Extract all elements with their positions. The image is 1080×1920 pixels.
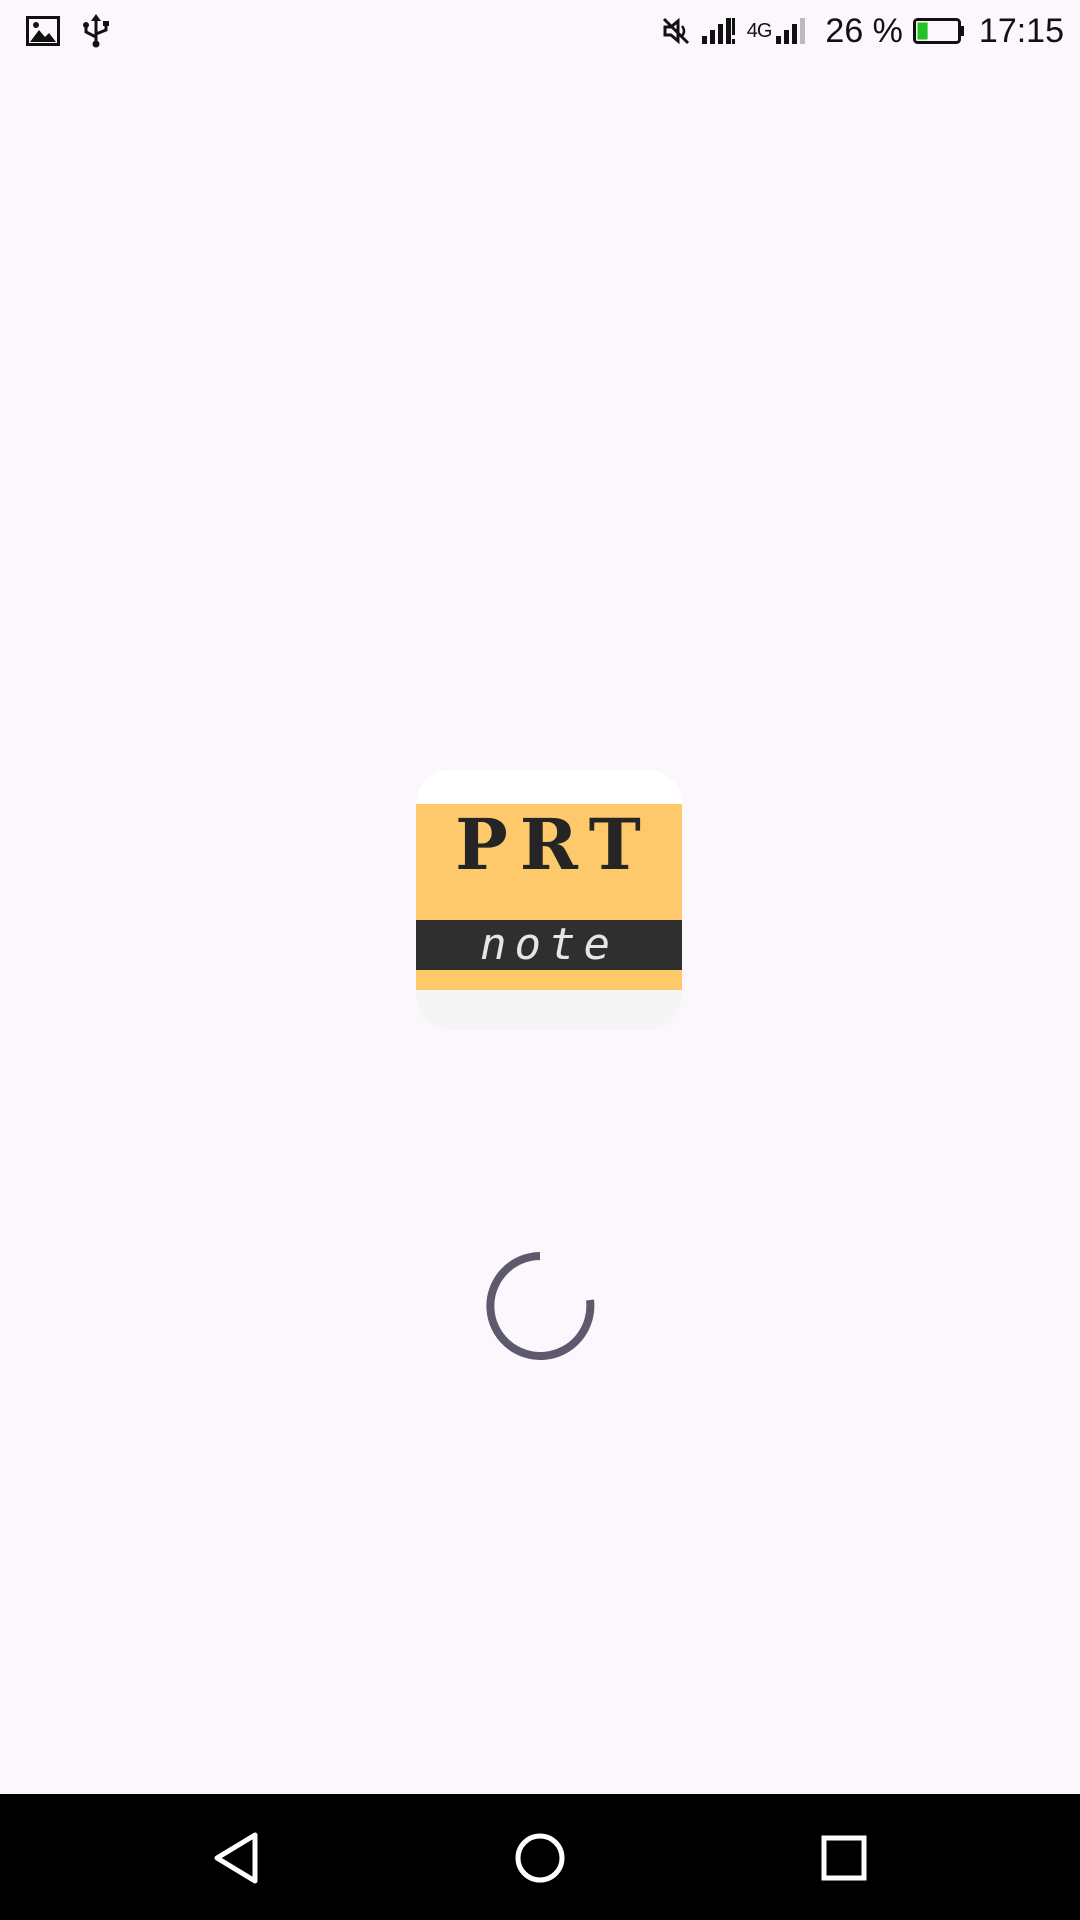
status-bar: 4G 26 % 17:15 — [0, 0, 1080, 62]
signal-4g-icon — [775, 16, 809, 46]
logo-title: PRT — [455, 803, 653, 886]
mute-icon — [661, 16, 691, 46]
usb-icon — [82, 14, 110, 48]
battery-percent: 26 % — [825, 11, 903, 50]
battery-icon — [912, 16, 965, 46]
app-logo: PRT note — [416, 770, 682, 1030]
back-button[interactable] — [200, 1822, 272, 1894]
status-right: 4G 26 % 17:15 — [661, 8, 1064, 54]
status-left — [26, 14, 110, 48]
back-icon — [214, 1832, 258, 1884]
splash-screen: 4G 26 % 17:15 PRT note — [0, 0, 1080, 1920]
home-button[interactable] — [504, 1822, 576, 1894]
recents-icon — [821, 1835, 867, 1881]
image-icon — [26, 16, 60, 46]
logo-subtitle: note — [480, 919, 618, 970]
navigation-bar — [0, 1794, 1080, 1920]
clock-time: 17:15 — [978, 11, 1064, 50]
loading-spinner-icon — [484, 1250, 596, 1362]
signal-icon — [701, 16, 737, 46]
logo-bottom-strip — [416, 990, 682, 1030]
home-icon — [515, 1833, 565, 1883]
logo-dark-band: note — [416, 920, 682, 970]
network-type-label: 4G — [746, 19, 773, 42]
recents-button[interactable] — [808, 1822, 880, 1894]
